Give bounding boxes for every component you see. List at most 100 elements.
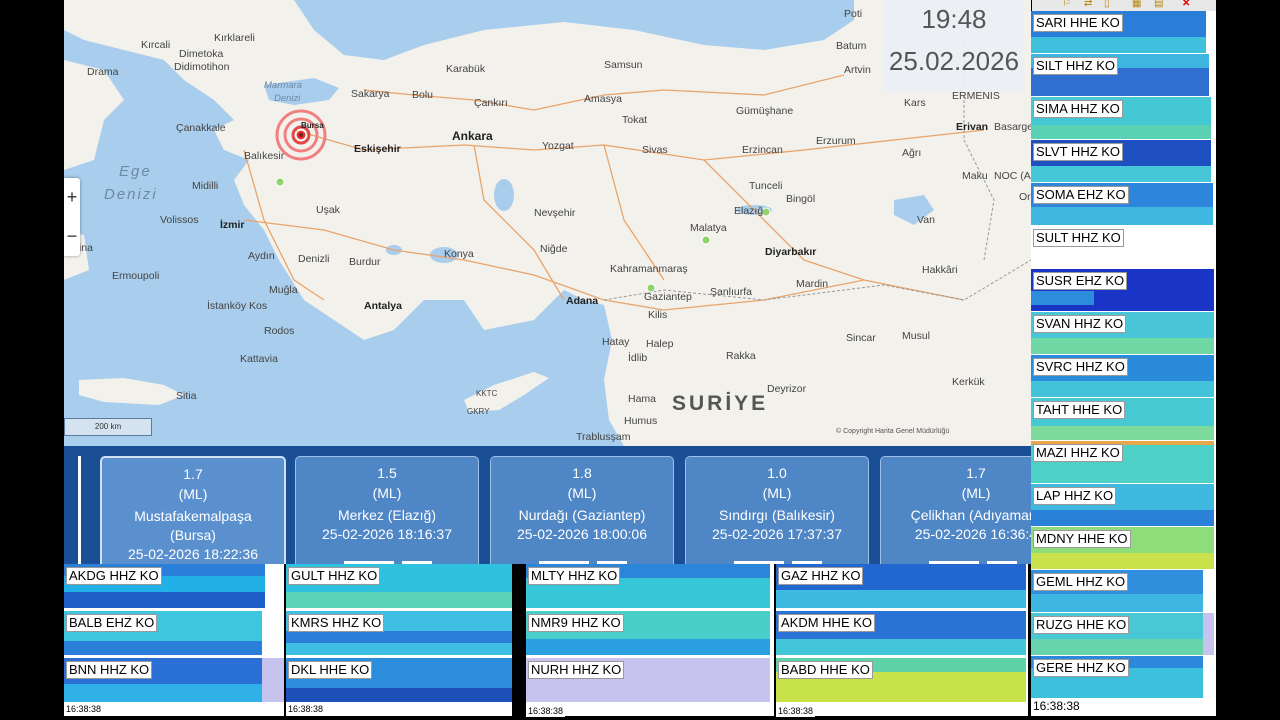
event-mag-type: (ML): [372, 485, 402, 501]
zoom-control: + −: [64, 178, 80, 256]
map-label: GKRY: [467, 407, 490, 416]
toolbar-icon[interactable]: ▯: [1104, 0, 1110, 9]
station-label: MLTY HHZ KO: [528, 567, 621, 585]
map-label: İzmir: [220, 219, 245, 231]
event-card[interactable]: 1.0 (ML) Sındırgı (Balıkesir) 25-02-2026…: [685, 456, 869, 564]
spectrogram-panel[interactable]: MAZI HHZ KO: [1031, 441, 1214, 483]
spectrogram-panel[interactable]: NURH HHZ KO: [526, 658, 770, 702]
spectrogram-panel[interactable]: DKL HHE KO: [286, 658, 512, 702]
spectrogram-panel[interactable]: KMRS HHZ KO: [286, 611, 512, 655]
spectrogram-panel[interactable]: GEML HHZ KO: [1031, 570, 1203, 612]
map-label: Niğde: [540, 243, 568, 255]
station-label: GERE HHZ KO: [1033, 659, 1129, 677]
event-mag-type: (ML): [567, 485, 597, 501]
event-location: Çelikhan (Adıyaman): [910, 507, 1031, 523]
spectrogram-panel[interactable]: SARI HHE KO: [1031, 11, 1206, 53]
map-label: Sakarya: [351, 88, 390, 100]
spectrogram-panel[interactable]: GERE HHZ KO: [1031, 656, 1203, 698]
spectrogram-column: MLTY HHZ KO NMR9 HHZ KO NURH HHZ KO: [526, 564, 774, 716]
toolbar-icon[interactable]: ⚐: [1062, 0, 1071, 9]
event-location: Nurdağı (Gaziantep): [518, 507, 646, 523]
map-label: Basarge: [994, 121, 1031, 133]
event-card[interactable]: 1.7 (ML) Çelikhan (Adıyaman) 25-02-2026 …: [880, 456, 1031, 564]
station-label: NMR9 HHZ KO: [528, 614, 624, 632]
zoom-in-button[interactable]: +: [64, 178, 80, 217]
window-toolbar: ⚐ ⇄ ▯ ▦ ▤ ✕: [1032, 0, 1216, 11]
timestamp: 16:38:38: [286, 704, 326, 715]
station-label: LAP HHZ KO: [1033, 487, 1117, 505]
no-data-block: [1203, 613, 1214, 655]
map-label: Deyrizor: [767, 383, 807, 395]
spectrogram-panel[interactable]: TAHT HHE KO: [1031, 398, 1214, 440]
spectrogram-panel[interactable]: SVAN HHZ KO: [1031, 312, 1214, 354]
map-label: Poti: [844, 8, 863, 20]
map-scale: 200 km: [64, 418, 152, 436]
event-card[interactable]: 1.7 (ML) Mustafakemalpaşa (Bursa) 25-02-…: [100, 456, 286, 564]
station-label: SVAN HHZ KO: [1033, 315, 1127, 333]
spectrogram-panel[interactable]: SIMA HHZ KO: [1031, 97, 1211, 139]
map-label: Midilli: [192, 180, 219, 192]
map-label: Sincar: [846, 332, 876, 344]
toolbar-icon[interactable]: ▦: [1132, 0, 1141, 9]
close-icon[interactable]: ✕: [1182, 0, 1190, 9]
event-mag-type: (ML): [961, 485, 991, 501]
spectrogram-panel[interactable]: SUSR EHZ KO: [1031, 269, 1214, 311]
map-label: Mardin: [796, 278, 829, 290]
spectrogram-panel[interactable]: SVRC HHZ KO: [1031, 355, 1214, 397]
spectrogram-panel[interactable]: BNN HHZ KO: [64, 658, 262, 702]
station-label: GAZ HHZ KO: [778, 567, 864, 585]
map-label: Ege: [119, 163, 152, 180]
map-label: Gümüşhane: [736, 105, 794, 117]
spectrogram-panel[interactable]: GAZ HHZ KO: [776, 564, 1026, 608]
map-label: Kerkük: [952, 376, 985, 388]
map-label: Antalya: [364, 300, 402, 312]
event-location: Mustafakemalpaşa: [134, 508, 252, 524]
event-list-divider: [78, 456, 81, 564]
clock-date: 25.02.2026: [888, 46, 1020, 76]
clock-time: 19:48: [921, 4, 987, 34]
spectrogram-panel[interactable]: SILT HHZ KO: [1031, 54, 1209, 96]
map-label: Elazığ: [734, 205, 764, 217]
event-mag-type: (ML): [762, 485, 792, 501]
spectrogram-panel[interactable]: BABD HHE KO: [776, 658, 1026, 702]
map-label: İdlib: [628, 352, 648, 364]
spectrogram-panel[interactable]: SLVT HHZ KO: [1031, 140, 1211, 182]
map-label: Rodos: [264, 325, 295, 337]
map-label: Musul: [902, 330, 931, 342]
event-card[interactable]: 1.8 (ML) Nurdağı (Gaziantep) 25-02-2026 …: [490, 456, 674, 564]
toolbar-icon[interactable]: ▤: [1154, 0, 1163, 9]
map-label: Kars: [904, 97, 926, 109]
map-label: Marmara: [264, 80, 303, 91]
spectrogram-panel[interactable]: MDNY HHE KO: [1031, 527, 1214, 569]
spectrogram-panel[interactable]: RUZG HHE KO: [1031, 613, 1203, 655]
map-label: Denizli: [298, 253, 330, 265]
spectrogram-panel[interactable]: MLTY HHZ KO: [526, 564, 770, 608]
map-label: Muğla: [269, 284, 298, 296]
zoom-out-button[interactable]: −: [64, 217, 80, 256]
spectrogram-panel[interactable]: LAP HHZ KO: [1031, 484, 1214, 526]
station-label: SLVT HHZ KO: [1033, 143, 1124, 161]
map-label: Denizi: [104, 186, 158, 203]
map-label: Kırcali: [141, 39, 171, 51]
map-label: Bolu: [412, 89, 434, 101]
event-location: Merkez (Elazığ): [337, 507, 437, 523]
spectrogram-panel[interactable]: BALB EHZ KO: [64, 611, 262, 655]
map-label: Yozgat: [542, 140, 574, 152]
spectrogram-panel[interactable]: AKDG HHZ KO: [64, 564, 265, 608]
spectrogram-column: AKDG HHZ KO BALB EHZ KO BNN HHZ KO: [64, 564, 284, 716]
spectrogram-panel[interactable]: GULT HHZ KO: [286, 564, 512, 608]
event-card[interactable]: 1.5 (ML) Merkez (Elazığ) 25-02-2026 18:1…: [295, 456, 479, 564]
event-time: 25-02-2026 17:37:37: [712, 526, 842, 542]
toolbar-icon[interactable]: ⇄: [1084, 0, 1092, 9]
spectrogram-panel[interactable]: NMR9 HHZ KO: [526, 611, 770, 655]
map-label: Uşak: [316, 204, 340, 216]
map-label: Dimetoka: [179, 48, 224, 60]
spectrogram-panel[interactable]: AKDM HHE KO: [776, 611, 1026, 655]
spectrogram-panel[interactable]: SOMA EHZ KO: [1031, 183, 1213, 225]
event-magnitude: 1.0: [767, 465, 787, 481]
map-label: Humus: [624, 415, 658, 427]
spectrogram-panel[interactable]: SULT HHZ KO: [1031, 226, 1213, 268]
station-label: DKL HHE KO: [288, 661, 373, 679]
timestamp: 16:38:38: [776, 706, 816, 717]
station-label: SARI HHE KO: [1033, 14, 1123, 32]
